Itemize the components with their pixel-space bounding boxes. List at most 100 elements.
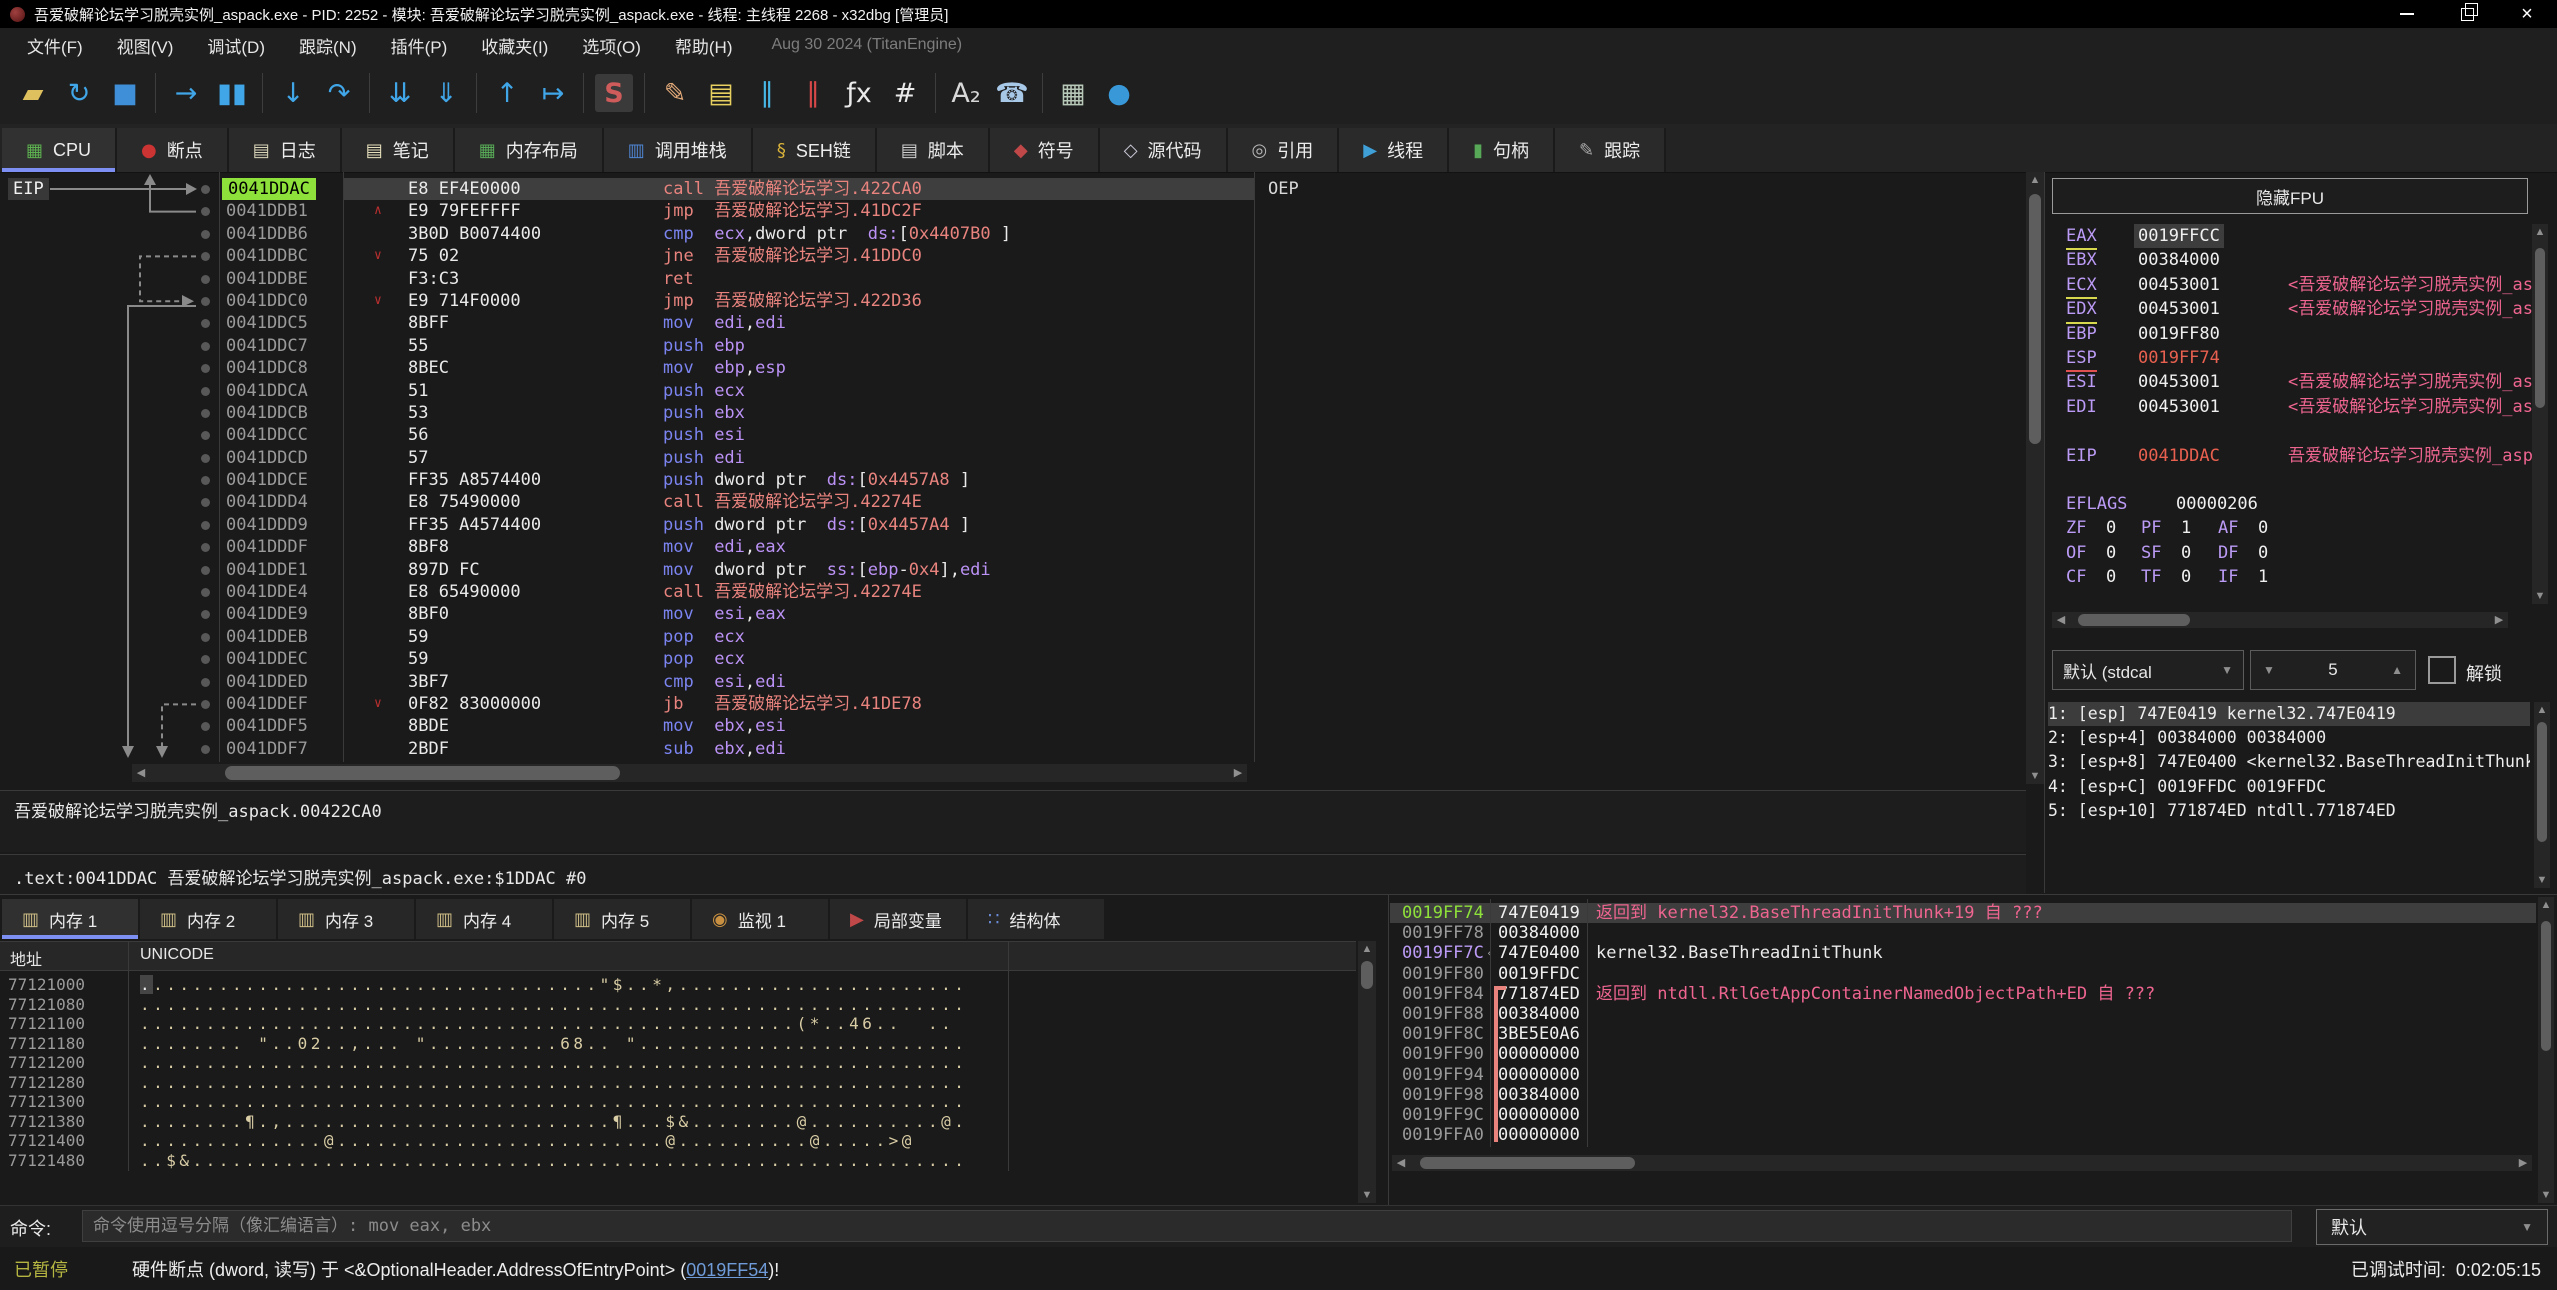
menu-item-5[interactable]: 收藏夹(I) [464, 33, 565, 58]
stack-row[interactable]: 0019FF84 771874ED 返回到 ntdll.RtlGetAppConta… [1390, 984, 2536, 1004]
stack-row[interactable]: 0019FF90 00000000 [1390, 1044, 2536, 1064]
open-file-icon[interactable]: ▰ [10, 70, 56, 116]
tab-notes[interactable]: ▤ 笔记 [341, 128, 455, 172]
dump-row[interactable]: 77121400 ..............@.................… [0, 1131, 1356, 1151]
breakpoint-dot[interactable] [201, 565, 210, 575]
calculator-icon[interactable]: ▦ [1050, 70, 1096, 116]
menu-item-0[interactable]: 文件(F) [10, 33, 100, 58]
compare-red-icon[interactable]: ∥ [790, 70, 836, 116]
disasm-row[interactable]: 0041DDE4 E8 65490000 call 吾爱破解论坛学习.42274E [0, 581, 2026, 603]
eflags-row[interactable]: EFLAGS 00000206 [2066, 492, 2536, 516]
scroll-track[interactable] [2070, 612, 2490, 628]
minimize-button[interactable] [2377, 0, 2437, 28]
menu-item-4[interactable]: 插件(P) [374, 33, 465, 58]
scroll-thumb[interactable] [2537, 722, 2547, 842]
register-row-edx[interactable]: EDX 00453001 <吾爱破解论坛学习脱壳实例_aspack [2066, 297, 2536, 324]
disasm-row[interactable]: 0041DDCB 53 push ebx [0, 402, 2026, 424]
register-row-eip[interactable]: EIP 0041DDAC 吾爱破解论坛学习脱壳实例_aspack [2066, 444, 2536, 468]
disasm-row[interactable]: 0041DDD9 FF35 A4574400 push dword ptr ds:[… [0, 514, 2026, 536]
breakpoint-dot[interactable] [201, 319, 210, 329]
stack-row[interactable]: 0019FF9C 00000000 [1390, 1105, 2536, 1125]
stack-row[interactable]: 0019FFA0 00000000 [1390, 1125, 2536, 1145]
register-row-eax[interactable]: EAX 0019FFCC [2066, 224, 2536, 251]
disasm-row[interactable]: 0041DDCA 51 push ecx [0, 380, 2026, 402]
step-into-icon[interactable]: ↓ [270, 70, 316, 116]
tab-struct[interactable]: ∷ 结构体 [968, 899, 1106, 939]
scroll-up-arrow[interactable]: ▲ [2026, 172, 2044, 188]
arguments-vscrollbar[interactable]: ▲ ▼ [2534, 702, 2550, 888]
scroll-track[interactable] [2534, 718, 2550, 872]
animate-over-icon[interactable]: ⇓ [423, 70, 469, 116]
dump-vscrollbar[interactable]: ▲ ▼ [1358, 941, 1376, 1203]
breakpoint-dot[interactable] [201, 588, 210, 598]
breakpoint-dot[interactable] [201, 453, 210, 463]
disasm-row[interactable]: 0041DDC5 8BFF mov edi,edi [0, 312, 2026, 334]
argument-row[interactable]: 3: [esp+8] 747E0400 <kernel32.BaseThread… [2048, 750, 2530, 774]
hide-fpu-button[interactable]: 隐藏FPU [2052, 178, 2528, 214]
spinner-down-icon[interactable]: ▼ [2263, 663, 2275, 677]
assemble-fx-icon[interactable]: ƒx [836, 70, 882, 116]
argument-count-spinner[interactable]: ▼ 5 ▲ [2250, 650, 2416, 690]
registers-vscrollbar[interactable]: ▲ ▼ [2532, 224, 2548, 604]
breakpoint-dot[interactable] [201, 699, 210, 709]
register-row-esi[interactable]: ESI 00453001 <吾爱破解论坛学习脱壳实例_aspack [2066, 370, 2536, 394]
scroll-thumb[interactable] [2078, 614, 2190, 626]
dump-row[interactable]: 77121000................................… [0, 975, 1356, 995]
register-row-ebp[interactable]: EBP 0019FF80 [2066, 322, 2536, 346]
dump-row[interactable]: 77121180 ........ "..02..,... "..........… [0, 1034, 1356, 1054]
address-link[interactable]: 0019FF54 [686, 1260, 768, 1280]
breakpoint-dot[interactable] [201, 543, 210, 553]
scroll-left-arrow[interactable]: ◀ [1392, 1155, 1410, 1171]
argument-row[interactable]: 1: [esp] 747E0419 kernel32.747E0419 [2048, 702, 2530, 727]
disasm-hscrollbar[interactable]: ◀ ▶ [132, 764, 1247, 782]
stack-row[interactable]: 0019FF8C 3BE5E0A6 [1390, 1024, 2536, 1044]
close-button[interactable]: × [2497, 0, 2557, 28]
disasm-row[interactable]: 0041DDD4 E8 75490000 call 吾爱破解论坛学习.42274E [0, 491, 2026, 513]
scroll-up-arrow[interactable]: ▲ [2537, 897, 2555, 913]
pause-icon[interactable]: ▮▮ [209, 70, 255, 116]
scroll-right-arrow[interactable]: ▶ [2514, 1155, 2532, 1171]
stack-row[interactable]: 0019FF78 00384000 [1390, 923, 2536, 943]
tab-dump5[interactable]: ▥ 内存 5 [554, 899, 692, 939]
scroll-track[interactable] [1358, 957, 1376, 1187]
scroll-down-arrow[interactable]: ▼ [2531, 588, 2549, 604]
scroll-thumb[interactable] [2029, 194, 2041, 444]
tab-call-stack[interactable]: ▥ 调用堆栈 [603, 128, 753, 172]
tab-dump1[interactable]: ▥ 内存 1 [2, 899, 140, 939]
scroll-down-arrow[interactable]: ▼ [2026, 768, 2044, 784]
disasm-row[interactable]: 0041DDC8 8BEC mov ebp,esp [0, 357, 2026, 379]
scroll-thumb[interactable] [2541, 921, 2551, 1051]
scroll-track[interactable] [1410, 1155, 2514, 1171]
disasm-row[interactable]: 0041DDBE F3:C3 ret [0, 268, 2026, 290]
disasm-row[interactable]: 0041DDEB 59 pop ecx [0, 626, 2026, 648]
label-hash-icon[interactable]: # [882, 70, 928, 116]
menu-item-2[interactable]: 调试(D) [190, 33, 282, 58]
scroll-thumb[interactable] [2535, 248, 2545, 408]
tab-cpu[interactable]: ▦ CPU [2, 128, 118, 172]
command-input[interactable] [82, 1210, 2292, 1242]
disasm-row[interactable]: 0041DDBC ∨ 75 02 jne 吾爱破解论坛学习.41DDC0 [0, 245, 2026, 267]
tab-dump4[interactable]: ▥ 内存 4 [416, 899, 554, 939]
disasm-row[interactable]: 0041DDF5 8BDE mov ebx,esi [0, 715, 2026, 737]
scroll-thumb[interactable] [1361, 961, 1373, 989]
breakpoint-dot[interactable] [201, 632, 210, 642]
disasm-row[interactable]: 0041DDE9 8BF0 mov esi,eax [0, 603, 2026, 625]
tab-locals[interactable]: ▶ 局部变量 [830, 899, 968, 939]
breakpoint-dot[interactable] [201, 610, 210, 620]
argument-row[interactable]: 5: [esp+10] 771874ED ntdll.771874ED [2048, 799, 2530, 823]
scroll-right-arrow[interactable]: ▶ [2490, 612, 2508, 628]
scroll-thumb[interactable] [1420, 1157, 1635, 1169]
stack-row[interactable]: 0019FF94 00000000 [1390, 1065, 2536, 1085]
scylla-plugin-icon[interactable]: S [595, 74, 633, 112]
profile-select[interactable]: 默认 ▼ [2316, 1209, 2548, 1245]
register-row-esp[interactable]: ESP 0019FF74 [2066, 346, 2536, 373]
breakpoint-dot[interactable] [201, 252, 210, 262]
tab-script[interactable]: ▤ 脚本 [876, 128, 990, 172]
breakpoint-dot[interactable] [201, 722, 210, 732]
skip-next-icon[interactable]: ↦ [530, 70, 576, 116]
scroll-right-arrow[interactable]: ▶ [1229, 765, 1247, 781]
scroll-down-arrow[interactable]: ▼ [2533, 872, 2551, 888]
dump-row[interactable]: 77121300................................… [0, 1092, 1356, 1112]
scroll-left-arrow[interactable]: ◀ [132, 765, 150, 781]
dump-row[interactable]: 77121480 ..$&............................… [0, 1151, 1356, 1171]
